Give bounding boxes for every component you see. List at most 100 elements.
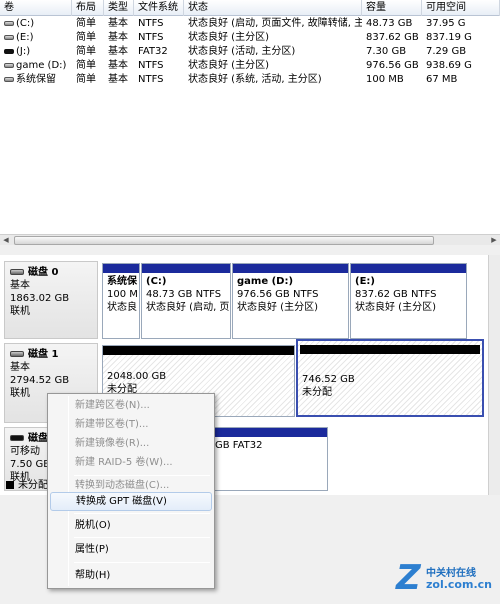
removable-disk-icon [10,435,24,441]
volume-capacity: 7.30 GB [366,46,407,57]
volume-row[interactable]: game (D:) 简单 基本 NTFS 状态良好 (主分区) 976.56 G… [0,59,500,73]
partition-name: (C:) [146,276,167,287]
volume-capacity: 837.62 GB [366,32,419,43]
col-header-layout[interactable]: 布局 [72,0,104,16]
horizontal-scrollbar[interactable]: ◀ ▶ [0,234,500,245]
volume-free: 7.29 GB [426,46,467,57]
volume-free: 67 MB [426,74,458,85]
partition-size: 976.56 GB NTFS [237,289,319,300]
partition-e[interactable]: (E:) 837.62 GB NTFS 状态良好 (主分区) [350,263,467,339]
volume-row[interactable]: 系统保留 简单 基本 NTFS 状态良好 (系统, 活动, 主分区) 100 M… [0,73,500,87]
volume-name: (C:) [16,18,35,29]
volume-capacity: 100 MB [366,74,404,85]
col-header-status[interactable]: 状态 [184,0,362,16]
volume-layout: 简单 [76,46,96,57]
volume-layout: 简单 [76,74,96,85]
volume-icon [4,34,14,40]
partition-unallocated-2[interactable]: 746.52 GB 未分配 [296,339,484,417]
partition-name: game (D:) [237,276,294,287]
scroll-right-icon[interactable]: ▶ [488,235,500,246]
volume-layout: 简单 [76,18,96,29]
volume-list-header: 卷 布局 类型 文件系统 状态 容量 可用空间 [0,0,500,16]
volume-row[interactable]: (C:) 简单 基本 NTFS 状态良好 (启动, 页面文件, 故障转储, 主分… [0,17,500,31]
menu-separator [74,562,210,563]
disk-size: 1863.02 GB [10,293,70,304]
disk-type: 基本 [10,280,30,291]
col-header-fs[interactable]: 文件系统 [134,0,184,16]
partition-status: 状态良好 (启动, 页 [146,302,230,313]
col-header-free[interactable]: 可用空间 [422,0,500,16]
volume-list[interactable]: 卷 布局 类型 文件系统 状态 容量 可用空间 (C:) 简单 基本 NTFS … [0,0,500,245]
menu-item-convert-gpt[interactable]: 转换成 GPT 磁盘(V) [50,492,212,511]
partition-status: 状态良 [107,302,137,313]
partition-size: 2048.00 GB [107,371,167,382]
disk-title: 磁盘 1 [28,349,59,360]
legend-unallocated: 未分配 [6,480,48,492]
col-header-type[interactable]: 类型 [104,0,134,16]
volume-status: 状态良好 (活动, 主分区) [188,46,296,57]
zol-logo: Z 中关村在线 zol.com.cn [396,558,496,600]
volume-status: 状态良好 (主分区) [188,32,269,43]
menu-separator [74,513,210,514]
context-menu: 新建跨区卷(N)... 新建带区卷(T)... 新建镜像卷(R)... 新建 R… [47,393,215,589]
volume-layout: 简单 [76,60,96,71]
volume-name: 系统保留 [16,74,56,85]
menu-item-new-spanned-volume[interactable]: 新建跨区卷(N)... [50,396,212,415]
menu-item-new-mirrored-volume[interactable]: 新建镜像卷(R)... [50,434,212,453]
partition-size: 100 M [107,289,138,300]
disk-title: 磁盘 0 [28,267,59,278]
partition-size: 837.62 GB NTFS [355,289,437,300]
volume-capacity: 48.73 GB [366,18,413,29]
partition-name: (E:) [355,276,375,287]
menu-item-new-raid5-volume[interactable]: 新建 RAID-5 卷(W)... [50,453,212,472]
disk-0-label[interactable]: 磁盘 0 基本 1863.02 GB 联机 [4,261,98,339]
partition-d[interactable]: game (D:) 976.56 GB NTFS 状态良好 (主分区) [232,263,349,339]
partition-system-reserved[interactable]: 系统保 100 M 状态良 [102,263,140,339]
volume-type: 基本 [108,60,128,71]
volume-fs: NTFS [138,18,164,29]
scroll-left-icon[interactable]: ◀ [0,235,12,246]
menu-item-properties[interactable]: 属性(P) [50,540,212,559]
menu-item-offline[interactable]: 脱机(O) [50,516,212,535]
removable-volume-icon [4,48,14,54]
volume-fs: NTFS [138,60,164,71]
partition-size: 746.52 GB [302,374,355,385]
unallocated-swatch-icon [6,481,14,489]
volume-icon [4,20,14,26]
partition-c[interactable]: (C:) 48.73 GB NTFS 状态良好 (启动, 页 [141,263,231,339]
menu-separator [74,537,210,538]
volume-layout: 简单 [76,32,96,43]
partition-status: 状态良好 (主分区) [355,302,436,313]
partition-status: 状态良好 (主分区) [237,302,318,313]
logo-mark: Z [396,558,421,598]
vertical-scrollbar[interactable] [488,255,500,495]
volume-row[interactable]: (E:) 简单 基本 NTFS 状态良好 (主分区) 837.62 GB 837… [0,31,500,45]
volume-name: (E:) [16,32,34,43]
scrollbar-thumb[interactable] [14,236,434,245]
disk-icon [10,269,24,275]
volume-free: 938.69 G [426,60,472,71]
col-header-volume[interactable]: 卷 [0,0,72,16]
volume-capacity: 976.56 GB [366,60,419,71]
disk-type: 基本 [10,362,30,373]
menu-item-help[interactable]: 帮助(H) [50,566,212,585]
disk-icon [10,351,24,357]
volume-name: game (D:) [16,60,67,71]
logo-text-cn: 中关村在线 [426,568,476,579]
volume-type: 基本 [108,32,128,43]
disk-title: 磁盘 [28,433,48,444]
menu-item-new-striped-volume[interactable]: 新建带区卷(T)... [50,415,212,434]
legend-label: 未分配 [18,480,48,491]
disk-state: 联机 [10,306,30,317]
volume-row[interactable]: (J:) 简单 基本 FAT32 状态良好 (活动, 主分区) 7.30 GB … [0,45,500,59]
col-header-capacity[interactable]: 容量 [362,0,422,16]
partition-size: 48.73 GB NTFS [146,289,222,300]
partition-status: 未分配 [302,387,332,398]
volume-fs: NTFS [138,32,164,43]
volume-free: 837.19 G [426,32,472,43]
volume-free: 37.95 G [426,18,466,29]
partition-name: 系统保 [107,276,137,287]
volume-type: 基本 [108,74,128,85]
volume-fs: NTFS [138,74,164,85]
volume-type: 基本 [108,18,128,29]
